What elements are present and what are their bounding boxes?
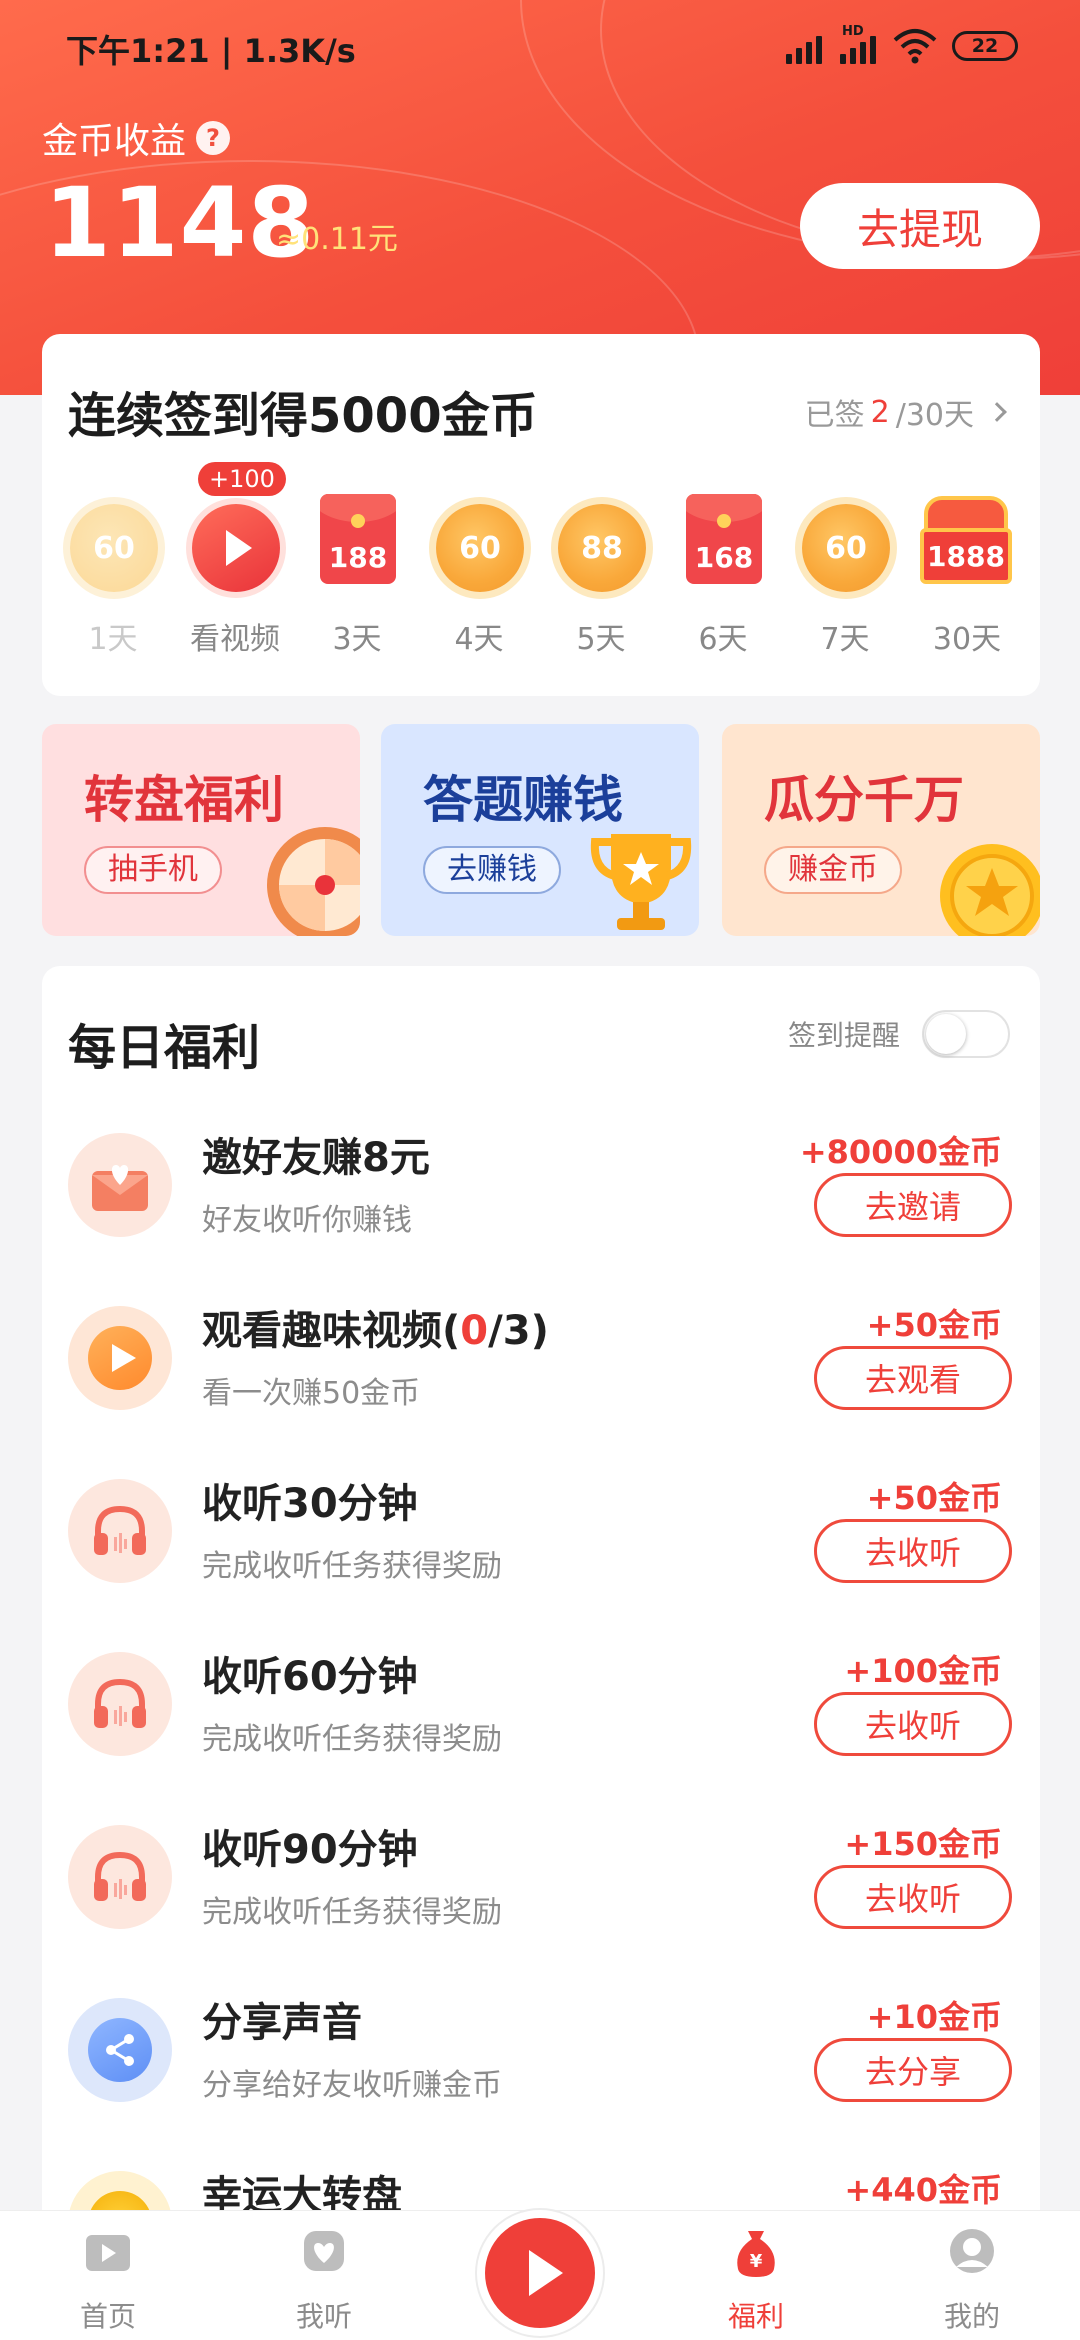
promo-quiz-card[interactable]: 答题赚钱 去赚钱 bbox=[381, 724, 699, 936]
task-name: 收听30分钟 bbox=[202, 1481, 418, 1527]
headphones-icon bbox=[68, 1479, 172, 1583]
task-row: 收听30分钟 完成收听任务获得奖励 +50金币 去收听 bbox=[42, 1459, 1040, 1632]
signin-title: 连续签到得5000金币 bbox=[68, 388, 538, 444]
tab-listening[interactable]: 我听 bbox=[244, 2211, 404, 2340]
status-bar: 下午1:21 | 1.3K/s HD 22 bbox=[0, 0, 1080, 95]
cellular-signal-icon bbox=[786, 30, 822, 64]
task-name: 收听60分钟 bbox=[202, 1654, 418, 1700]
task-reward: +50金币 bbox=[866, 1479, 1002, 1517]
coin-icon: 60 bbox=[436, 504, 524, 592]
money-bag-icon: ¥ bbox=[737, 2231, 775, 2277]
red-envelope-icon: 168 bbox=[686, 494, 762, 584]
withdraw-button[interactable]: 去提现 bbox=[800, 183, 1040, 269]
listen-button[interactable]: 去收听 bbox=[814, 1692, 1012, 1756]
task-desc: 好友收听你赚钱 bbox=[202, 1203, 412, 1238]
promo-button[interactable]: 去赚钱 bbox=[423, 846, 561, 894]
promo-wheel-card[interactable]: 转盘福利 抽手机 bbox=[42, 724, 360, 936]
promo-title: 转盘福利 bbox=[84, 771, 284, 829]
signin-reminder: 签到提醒 bbox=[788, 1010, 1010, 1058]
play-icon bbox=[192, 504, 280, 592]
listen-button[interactable]: 去收听 bbox=[814, 1519, 1012, 1583]
battery-icon: 22 bbox=[952, 31, 1018, 61]
task-reward: +440金币 bbox=[844, 2171, 1002, 2209]
tab-profile[interactable]: 我的 bbox=[892, 2211, 1052, 2340]
tab-welfare[interactable]: ¥ 福利 bbox=[676, 2211, 836, 2340]
tab-home[interactable]: 首页 bbox=[28, 2211, 188, 2340]
task-row: 分享声音 分享给好友收听赚金币 +10金币 去分享 bbox=[42, 1978, 1040, 2151]
coin-icon: 60 bbox=[70, 504, 158, 592]
treasure-chest-icon: 1888 bbox=[920, 496, 1012, 584]
wheel-icon bbox=[267, 827, 360, 936]
task-desc: 分享给好友收听赚金币 bbox=[202, 2068, 502, 2103]
gold-coin-icon bbox=[940, 844, 1040, 936]
bonus-badge: +100 bbox=[198, 462, 286, 496]
red-envelope-icon: 188 bbox=[320, 494, 396, 584]
task-name: 观看趣味视频(0/3) bbox=[202, 1308, 549, 1354]
promo-button[interactable]: 抽手机 bbox=[84, 846, 222, 894]
chevron-right-icon bbox=[987, 402, 1007, 422]
task-row: 观看趣味视频(0/3) 看一次赚50金币 +50金币 去观看 bbox=[42, 1286, 1040, 1459]
home-play-icon bbox=[86, 2235, 130, 2271]
trophy-icon bbox=[590, 834, 692, 930]
signin-card: 连续签到得5000金币 已签 2/30天 60 1天 +100 看视频 188 3… bbox=[42, 334, 1040, 696]
task-reward: +80000金币 bbox=[799, 1133, 1002, 1171]
balance-approx-value: ≈0.11元 bbox=[276, 222, 398, 257]
reminder-toggle[interactable] bbox=[922, 1010, 1010, 1058]
watch-button[interactable]: 去观看 bbox=[814, 1346, 1012, 1410]
listen-button[interactable]: 去收听 bbox=[814, 1865, 1012, 1929]
profile-icon bbox=[950, 2229, 994, 2273]
task-name: 邀好友赚8元 bbox=[202, 1135, 430, 1181]
cellular-signal-2-icon bbox=[840, 30, 876, 64]
promo-title: 答题赚钱 bbox=[423, 771, 623, 829]
task-desc: 完成收听任务获得奖励 bbox=[202, 1895, 502, 1930]
task-reward: +10金币 bbox=[866, 1998, 1002, 2036]
promo-title: 瓜分千万 bbox=[764, 771, 964, 829]
envelope-heart-icon bbox=[68, 1133, 172, 1237]
invite-button[interactable]: 去邀请 bbox=[814, 1173, 1012, 1237]
task-name: 收听90分钟 bbox=[202, 1827, 418, 1873]
earnings-title: 金币收益 ? bbox=[42, 112, 231, 164]
heart-icon bbox=[304, 2231, 344, 2271]
coin-icon: 60 bbox=[802, 504, 890, 592]
share-icon bbox=[68, 1998, 172, 2102]
task-row: 邀好友赚8元 好友收听你赚钱 +80000金币 去邀请 bbox=[42, 1113, 1040, 1286]
task-desc: 完成收听任务获得奖励 bbox=[202, 1549, 502, 1584]
coin-icon: 88 bbox=[558, 504, 646, 592]
player-play-button[interactable] bbox=[485, 2218, 595, 2328]
promo-button[interactable]: 赚金币 bbox=[764, 846, 902, 894]
daily-title: 每日福利 bbox=[68, 1020, 261, 1076]
play-icon bbox=[68, 1306, 172, 1410]
coin-balance: 1148 bbox=[44, 167, 316, 279]
task-reward: +50金币 bbox=[866, 1306, 1002, 1344]
status-time: 下午1:21 | 1.3K/s bbox=[66, 32, 356, 70]
task-row: 收听90分钟 完成收听任务获得奖励 +150金币 去收听 bbox=[42, 1805, 1040, 1978]
task-name: 分享声音 bbox=[202, 2000, 362, 2046]
task-row: 收听60分钟 完成收听任务获得奖励 +100金币 去收听 bbox=[42, 1632, 1040, 1805]
wifi-icon bbox=[893, 28, 937, 68]
task-desc: 完成收听任务获得奖励 bbox=[202, 1722, 502, 1757]
share-button[interactable]: 去分享 bbox=[814, 2038, 1012, 2102]
task-desc: 看一次赚50金币 bbox=[202, 1376, 421, 1411]
promo-split-card[interactable]: 瓜分千万 赚金币 bbox=[722, 724, 1040, 936]
headphones-icon bbox=[68, 1652, 172, 1756]
headphones-icon bbox=[68, 1825, 172, 1929]
help-icon[interactable]: ? bbox=[196, 121, 231, 155]
task-reward: +100金币 bbox=[844, 1652, 1002, 1690]
daily-welfare-card: 每日福利 签到提醒 邀好友赚8元 好友收听你赚钱 +80000金币 去邀请 观看… bbox=[42, 966, 1040, 2340]
signin-progress-link[interactable]: 已签 2/30天 bbox=[805, 390, 1007, 434]
task-reward: +150金币 bbox=[844, 1825, 1002, 1863]
svg-text:¥: ¥ bbox=[750, 2251, 763, 2272]
